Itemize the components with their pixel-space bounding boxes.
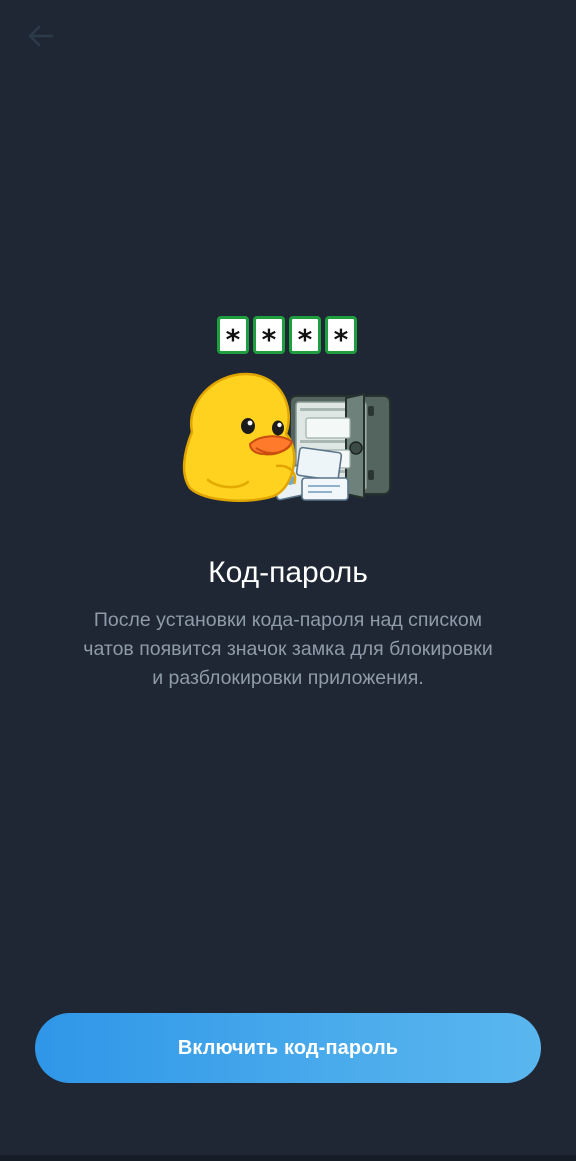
enable-passcode-button[interactable]: Включить код-пароль bbox=[35, 1013, 541, 1083]
pin-cell: * bbox=[253, 316, 285, 354]
pin-cell: * bbox=[289, 316, 321, 354]
system-navigation-bar bbox=[0, 1155, 576, 1161]
duck-safe-illustration bbox=[182, 372, 391, 502]
back-button[interactable] bbox=[14, 14, 66, 58]
pin-cell: * bbox=[217, 316, 249, 354]
pin-code-display: * * * * bbox=[217, 316, 357, 354]
page-title: Код-пароль bbox=[208, 556, 368, 589]
duck-icon bbox=[182, 372, 297, 502]
duck-sticker: * * * * bbox=[178, 312, 398, 512]
pin-cell: * bbox=[325, 316, 357, 354]
enable-passcode-button-label: Включить код-пароль bbox=[177, 1036, 399, 1059]
page-description: После установки кода-пароля над списком … bbox=[83, 609, 493, 689]
arrow-left-icon bbox=[26, 24, 54, 48]
